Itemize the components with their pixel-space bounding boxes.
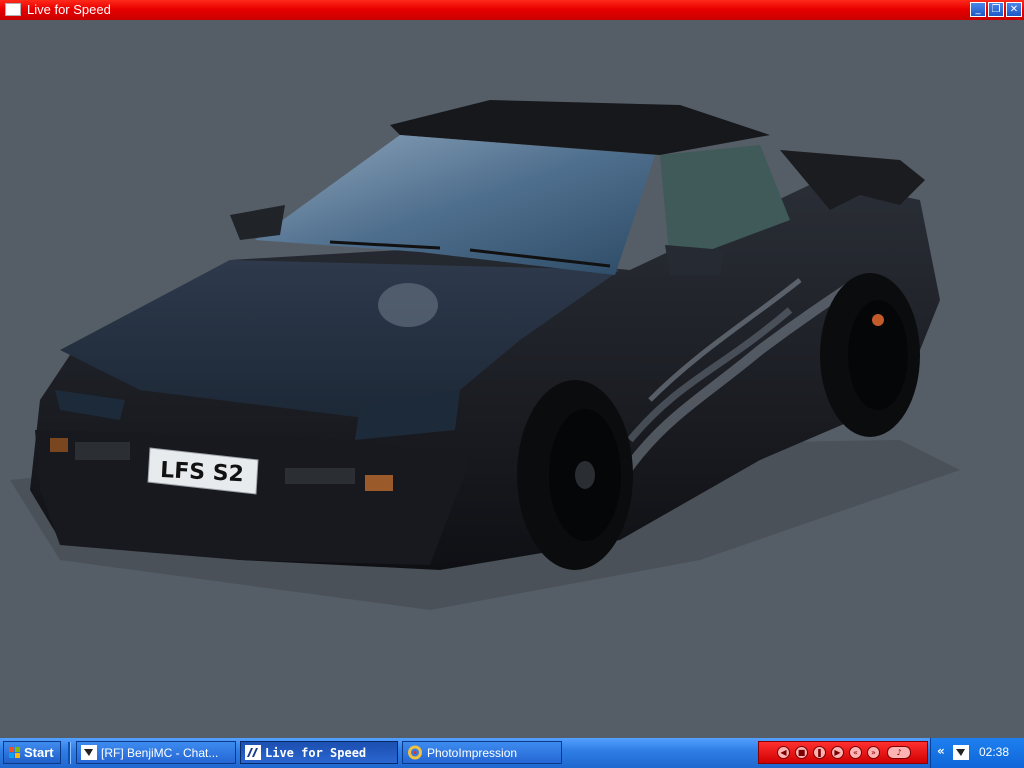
window-title: Live for Speed xyxy=(27,2,111,17)
minimize-button[interactable]: _ xyxy=(970,2,986,17)
restore-button[interactable]: ❐ xyxy=(988,2,1004,17)
media-play-icon[interactable]: ▶ xyxy=(831,746,844,759)
car-render: LFS S2 xyxy=(10,100,960,610)
media-pause-icon[interactable]: ❚ xyxy=(813,746,826,759)
taskbar-item-photoimpression[interactable]: PhotoImpression xyxy=(402,741,562,764)
front-wheel xyxy=(517,380,633,570)
media-prev-icon[interactable]: ◀ xyxy=(777,746,790,759)
system-tray: « 02:38 xyxy=(930,738,1024,768)
game-viewport[interactable]: LFS S2 xyxy=(0,20,1024,738)
rear-wheel xyxy=(820,273,920,437)
photoimpression-app-icon xyxy=(408,745,422,760)
taskbar-clock[interactable]: 02:38 xyxy=(979,745,1009,759)
close-button[interactable]: ✕ xyxy=(1006,2,1022,17)
start-label: Start xyxy=(24,745,54,760)
window-app-icon[interactable] xyxy=(5,3,21,16)
taskbar-separator xyxy=(68,742,71,764)
taskbar-item-live-for-speed[interactable]: Live for Speed xyxy=(240,741,398,764)
plate-text: LFS S2 xyxy=(160,458,245,487)
taskbar-item-chat[interactable]: [RF] BenjiMC - Chat... xyxy=(76,741,236,764)
taskbar-item-label: PhotoImpression xyxy=(427,746,518,760)
taskbar-item-label: Live for Speed xyxy=(265,746,367,760)
media-rewind-icon[interactable]: « xyxy=(849,746,862,759)
media-volume-icon[interactable]: ♪ xyxy=(887,746,911,759)
start-button[interactable]: Start xyxy=(3,741,61,764)
lfs-app-icon xyxy=(245,745,261,760)
media-player-toolbar[interactable]: ◀ ■ ❚ ▶ « » ♪ xyxy=(758,741,928,764)
chat-app-icon xyxy=(81,745,97,760)
tray-app-icon[interactable] xyxy=(953,745,969,760)
media-forward-icon[interactable]: » xyxy=(867,746,880,759)
taskbar: Start [RF] BenjiMC - Chat... Live for Sp… xyxy=(0,738,1024,768)
window-title-bar[interactable]: Live for Speed _ ❐ ✕ xyxy=(0,0,1024,20)
tray-expand-button[interactable]: « xyxy=(937,744,945,758)
taskbar-item-label: [RF] BenjiMC - Chat... xyxy=(101,746,219,760)
windows-flag-icon xyxy=(9,747,20,758)
media-stop-icon[interactable]: ■ xyxy=(795,746,808,759)
